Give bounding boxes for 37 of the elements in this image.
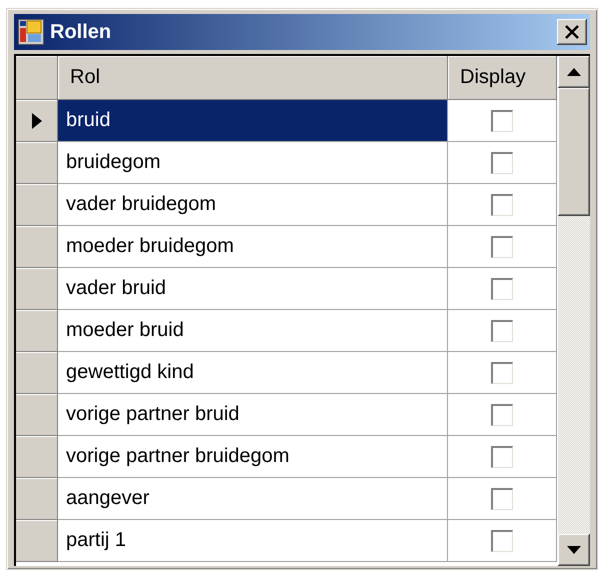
display-checkbox[interactable] (491, 194, 513, 216)
close-button[interactable] (557, 19, 587, 45)
row-header[interactable] (16, 100, 58, 142)
table-cell[interactable]: vader bruid (58, 268, 448, 310)
down-arrow-icon (567, 546, 581, 554)
window-title: Rollen (50, 20, 112, 44)
vertical-scrollbar[interactable] (558, 56, 590, 566)
column-header[interactable]: Rol (58, 56, 448, 100)
table-cell[interactable]: vorige partner bruidegom (58, 436, 448, 478)
table-cell[interactable]: moeder bruid (58, 310, 448, 352)
table-cell[interactable]: partij 1 (58, 520, 448, 562)
scroll-up-button[interactable] (558, 56, 590, 88)
display-checkbox[interactable] (491, 320, 513, 342)
display-checkbox[interactable] (491, 110, 513, 132)
table-cell[interactable]: moeder bruidegom (58, 226, 448, 268)
corner-header (16, 56, 58, 100)
column-header[interactable]: Display (448, 56, 557, 100)
scroll-thumb[interactable] (558, 88, 590, 216)
table-cell[interactable]: gewettigd kind (58, 352, 448, 394)
app-icon (18, 19, 44, 45)
up-arrow-icon (567, 68, 581, 76)
table-cell[interactable]: vorige partner bruid (58, 394, 448, 436)
display-checkbox[interactable] (491, 488, 513, 510)
display-checkbox[interactable] (491, 530, 513, 552)
display-checkbox[interactable] (491, 278, 513, 300)
display-checkbox[interactable] (491, 236, 513, 258)
scroll-down-button[interactable] (558, 534, 590, 566)
current-row-icon (32, 112, 42, 128)
display-checkbox[interactable] (491, 362, 513, 384)
display-checkbox[interactable] (491, 152, 513, 174)
table-cell[interactable]: vader bruidegom (58, 184, 448, 226)
close-icon (564, 25, 580, 39)
table-cell[interactable]: aangever (58, 478, 448, 520)
display-checkbox[interactable] (491, 446, 513, 468)
table-cell[interactable]: bruid (58, 100, 448, 142)
display-checkbox[interactable] (491, 404, 513, 426)
table-cell[interactable]: bruidegom (58, 142, 448, 184)
